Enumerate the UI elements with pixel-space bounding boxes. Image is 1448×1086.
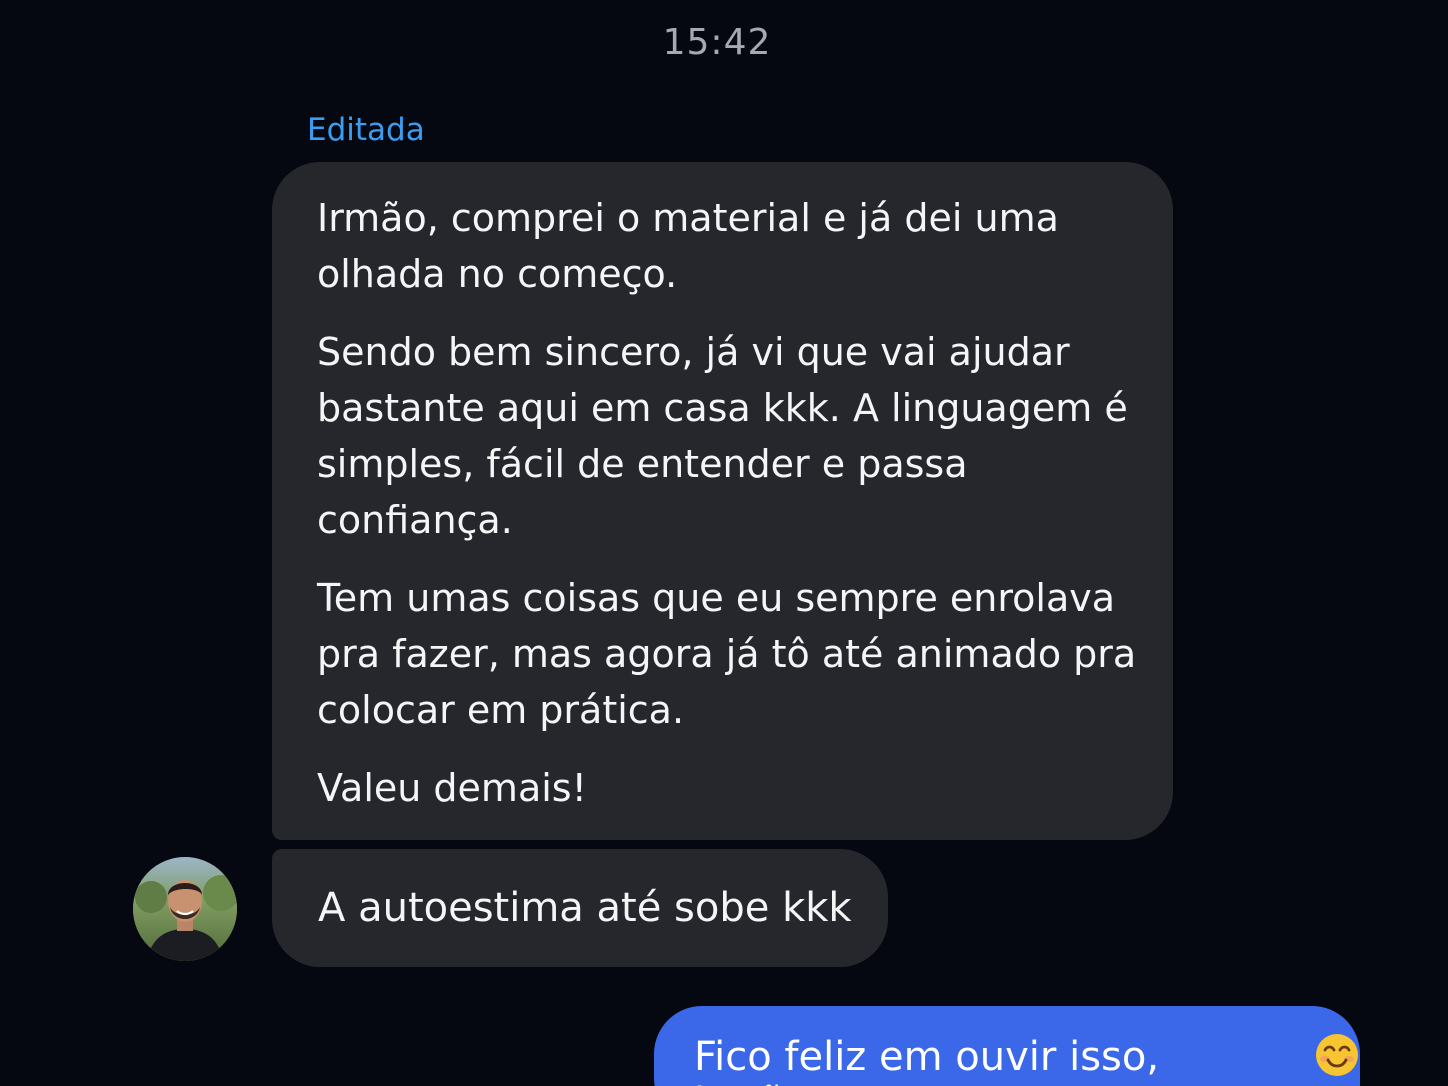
incoming-message-bubble[interactable]: Irmão, comprei o material e já dei uma o… [272, 162, 1173, 840]
outgoing-message-bubble[interactable]: Fico feliz em ouvir isso, irmão! [654, 1006, 1360, 1086]
message-timestamp: 15:42 [662, 22, 772, 63]
message-text: Fico feliz em ouvir isso, irmão! [694, 1034, 1160, 1086]
message-text: A autoestima até sobe kkk [318, 885, 852, 931]
edited-label: Editada [307, 112, 425, 148]
message-paragraph: Irmão, comprei o material e já dei uma o… [317, 196, 1059, 296]
message-paragraph: Valeu demais! [317, 766, 587, 810]
incoming-message-bubble[interactable]: A autoestima até sobe kkk [272, 849, 888, 967]
message-paragraph: Tem umas coisas que eu sempre enrolava p… [317, 576, 1137, 732]
avatar-photo [133, 857, 237, 961]
smiling-face-emoji-icon [1314, 1032, 1360, 1078]
message-paragraph: Sendo bem sincero, já vi que vai ajudar … [317, 330, 1128, 542]
contact-avatar-icon[interactable] [133, 857, 237, 961]
